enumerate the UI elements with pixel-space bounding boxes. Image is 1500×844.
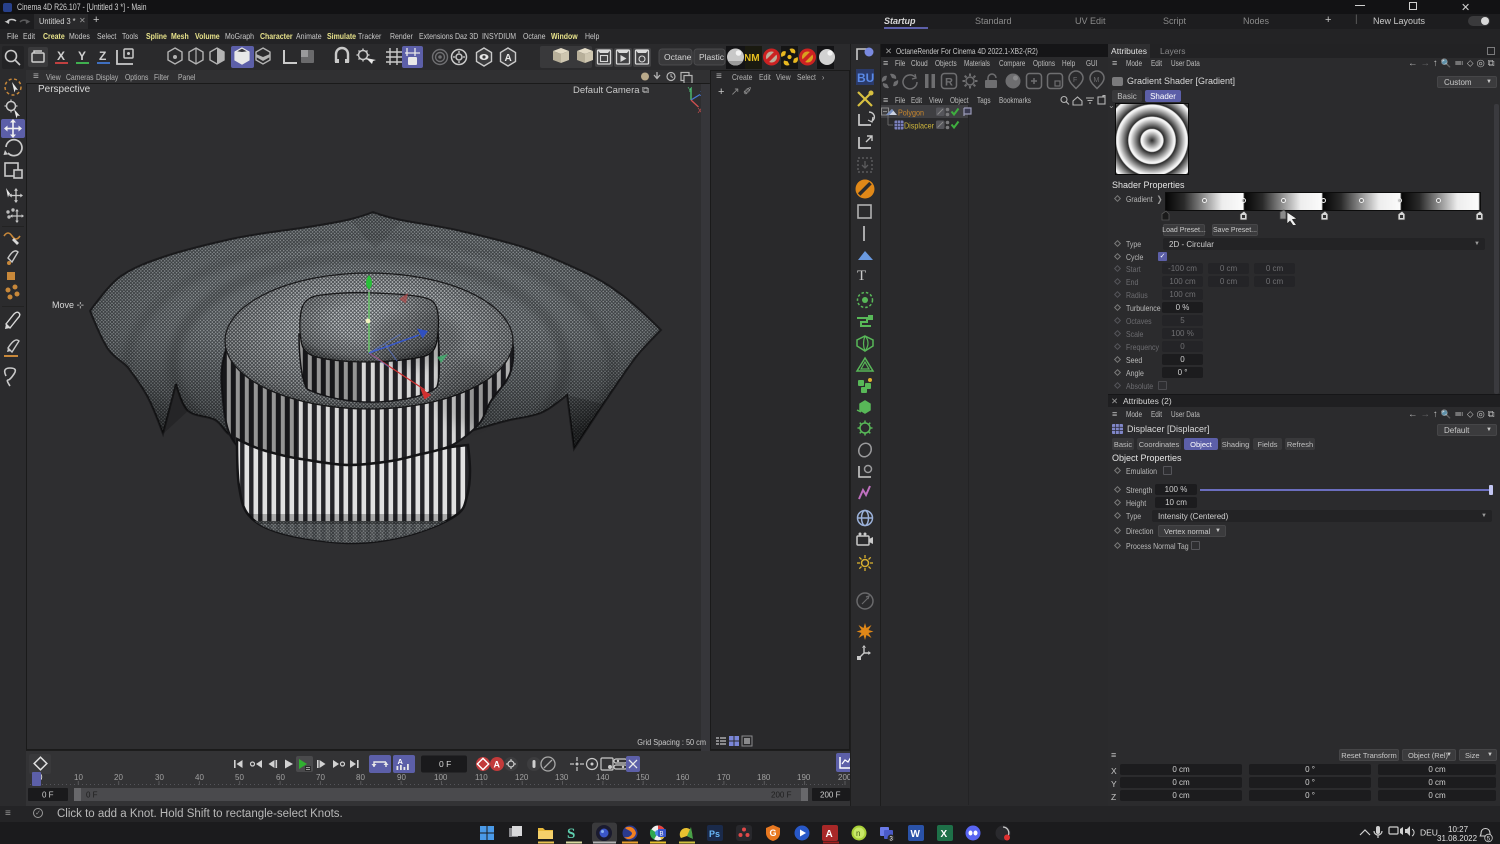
svg-text:n: n <box>856 829 860 838</box>
svg-text:120: 120 <box>515 773 529 782</box>
svg-text:G: G <box>770 828 777 838</box>
svg-text:A: A <box>826 829 833 840</box>
svg-text:180: 180 <box>757 773 771 782</box>
svg-text:160: 160 <box>676 773 690 782</box>
svg-text:10: 10 <box>74 773 83 782</box>
svg-text:DEU: DEU <box>1420 828 1438 838</box>
svg-text:130: 130 <box>555 773 569 782</box>
svg-text:Polygon: Polygon <box>898 108 924 118</box>
svg-text:0 F: 0 F <box>439 759 451 769</box>
svg-text:190: 190 <box>797 773 811 782</box>
svg-text:T: T <box>857 268 866 284</box>
svg-text:X: X <box>941 829 948 840</box>
svg-text:0 F: 0 F <box>86 791 98 800</box>
svg-text:30: 30 <box>155 773 164 782</box>
svg-text:90: 90 <box>397 773 406 782</box>
svg-text:170: 170 <box>717 773 731 782</box>
svg-text:31.08.2022: 31.08.2022 <box>1437 834 1478 843</box>
svg-text:Y: Y <box>688 87 693 94</box>
svg-text:150: 150 <box>636 773 650 782</box>
svg-text:40: 40 <box>195 773 204 782</box>
svg-text:60: 60 <box>276 773 285 782</box>
svg-text:W: W <box>911 829 921 840</box>
svg-text:10:27: 10:27 <box>1448 825 1469 834</box>
svg-text:20: 20 <box>114 773 123 782</box>
svg-text:A: A <box>494 760 501 770</box>
svg-text:80: 80 <box>356 773 365 782</box>
svg-text:50: 50 <box>235 773 244 782</box>
svg-text:70: 70 <box>316 773 325 782</box>
svg-text:200: 200 <box>838 773 850 782</box>
svg-text:100: 100 <box>434 773 448 782</box>
svg-text:BU: BU <box>857 71 874 85</box>
svg-text:200 F: 200 F <box>771 791 792 800</box>
svg-text:140: 140 <box>596 773 610 782</box>
svg-text:R: R <box>945 77 953 89</box>
svg-text:Displacer: Displacer <box>904 121 934 131</box>
svg-text:Ps: Ps <box>709 829 720 839</box>
svg-text:F: F <box>1073 77 1077 84</box>
svg-text:S: S <box>567 826 575 842</box>
svg-text:B: B <box>660 832 664 838</box>
svg-text:M: M <box>1094 77 1100 84</box>
svg-text:0 F: 0 F <box>42 791 54 800</box>
svg-text:A: A <box>398 757 404 766</box>
svg-text:200 F: 200 F <box>820 791 841 800</box>
svg-text:110: 110 <box>475 773 488 782</box>
